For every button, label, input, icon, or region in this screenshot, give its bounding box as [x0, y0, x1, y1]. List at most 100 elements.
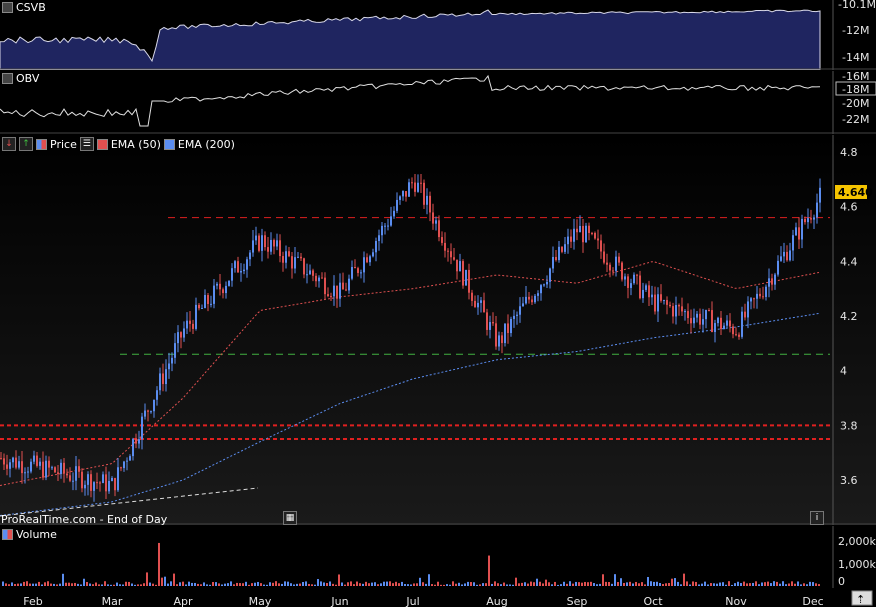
calendar-icon[interactable]: ▦ [283, 511, 297, 525]
legend-ema50[interactable]: EMA (50) [111, 138, 161, 151]
candle-body [714, 323, 716, 333]
csvb-label[interactable]: CSVB [2, 1, 46, 14]
candle-body [261, 235, 263, 251]
candle-body [771, 278, 773, 285]
volume-bar [542, 583, 544, 586]
volume-bar [86, 581, 88, 586]
volume-bar [482, 583, 484, 586]
candle-body [72, 480, 74, 482]
volume-bar [104, 581, 106, 586]
volume-bar [617, 582, 619, 586]
candle-body [669, 304, 671, 307]
volume-bar [815, 583, 817, 586]
volume-bar [263, 584, 265, 586]
volume-bar [527, 583, 529, 586]
candle-body [210, 303, 212, 305]
volume-bar [737, 581, 739, 586]
candle-body [33, 455, 35, 462]
candle-body [288, 251, 290, 257]
volume-bar [89, 583, 91, 586]
volume-bar [554, 581, 556, 586]
candle-body [198, 304, 200, 309]
candle-body [765, 286, 767, 297]
candle-body [231, 268, 233, 281]
candle-body [729, 320, 731, 327]
candle-body [117, 467, 119, 491]
list-icon[interactable]: ☰ [79, 137, 94, 151]
candle-body [168, 363, 170, 370]
candle-body [267, 247, 269, 252]
info-icon[interactable]: i [810, 511, 824, 525]
candle-body [237, 261, 239, 273]
candle-body [498, 335, 500, 347]
candle-body [123, 461, 125, 469]
volume-bar [197, 583, 199, 586]
candle-body [402, 191, 404, 197]
volume-bar [23, 581, 25, 586]
volume-bar [47, 581, 49, 586]
volume-bar [509, 584, 511, 586]
obv-label[interactable]: OBV [2, 72, 39, 85]
candle-body [171, 357, 173, 364]
volume-bar [755, 581, 757, 586]
candle-body [639, 275, 641, 299]
legend-ema200[interactable]: EMA (200) [178, 138, 235, 151]
volume-bar [716, 583, 718, 586]
volume-bar [512, 584, 514, 586]
volume-panel: 2,000k 1,000k 0 Feb Mar Apr May Jun Jul Aug Sep… [0, 526, 876, 607]
month-label-oct: Oct [643, 595, 663, 607]
volume-bar [686, 581, 688, 586]
volume-bar [770, 583, 772, 586]
candle-body [285, 251, 287, 263]
volume-bar [425, 583, 427, 586]
candle-body [39, 461, 41, 466]
candle-body [408, 182, 410, 197]
candle-body [213, 285, 215, 304]
candle-body [258, 235, 260, 251]
candle-body [441, 237, 443, 243]
volume-label[interactable]: Volume [2, 528, 57, 541]
volume-bar [179, 582, 181, 586]
candle-body [246, 259, 248, 270]
volume-bar [440, 584, 442, 586]
volume-bar [500, 584, 502, 586]
candle-body [24, 472, 26, 474]
volume-bar [170, 581, 172, 586]
candle-body [453, 257, 455, 260]
volume-bar [602, 574, 604, 586]
candle-body [543, 284, 545, 286]
ema200-swatch [163, 138, 175, 150]
candle-body [561, 246, 563, 252]
price-tick-0: 4.8 [840, 146, 858, 159]
candle-body [585, 225, 587, 243]
volume-bar [764, 582, 766, 586]
volume-bar [647, 576, 649, 586]
candle-body [216, 283, 218, 286]
candle-body [723, 325, 725, 329]
candle-body [279, 240, 281, 257]
candle-body [36, 455, 38, 466]
volume-bar [713, 583, 715, 586]
month-label-aug: Aug [486, 595, 507, 607]
volume-bar [773, 581, 775, 586]
legend-price[interactable]: Price [50, 138, 77, 151]
price-swatch [36, 138, 47, 150]
down-arrow-icon[interactable]: ↓ [2, 137, 16, 151]
candle-body [129, 456, 131, 461]
candle-body [609, 264, 611, 271]
candle-body [501, 335, 503, 344]
volume-bar [767, 581, 769, 586]
volume-tick-0: 2,000k [838, 535, 876, 548]
candle-body [558, 246, 560, 261]
volume-bar [323, 582, 325, 586]
volume-bar [194, 582, 196, 586]
candle-body [804, 218, 806, 223]
volume-bar [578, 582, 580, 586]
volume-bar [557, 584, 559, 586]
csvb-area [0, 9, 821, 70]
candle-body [660, 294, 662, 301]
volume-bar [362, 583, 364, 586]
volume-bar [791, 581, 793, 586]
candle-body [3, 458, 5, 465]
up-arrow-icon[interactable]: ↑ [19, 137, 33, 151]
